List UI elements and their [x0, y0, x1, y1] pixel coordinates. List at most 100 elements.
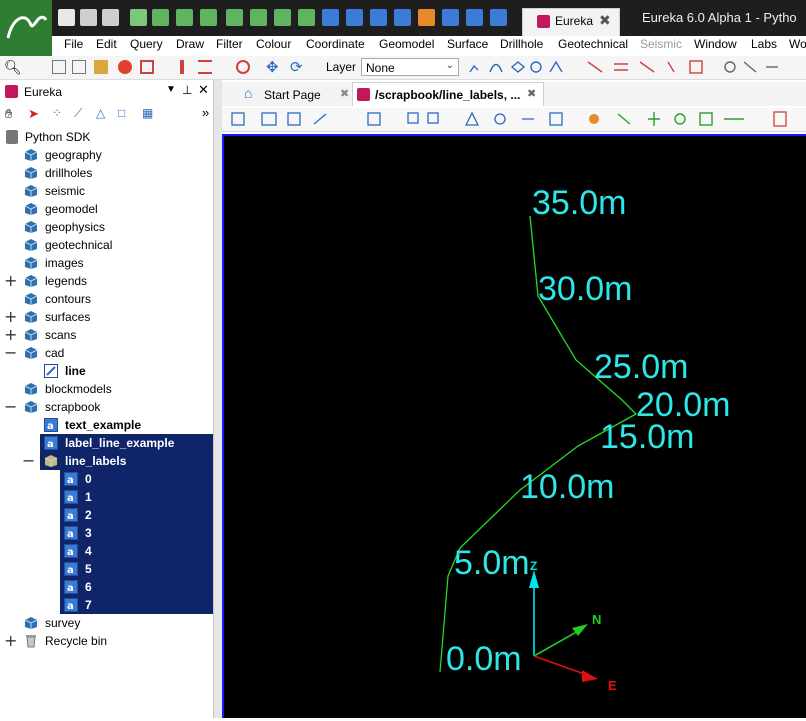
snap-icon[interactable]: [236, 60, 250, 74]
terminal-icon[interactable]: [466, 9, 483, 26]
tree-item-geomodel[interactable]: geomodel: [0, 200, 214, 218]
windows-icon[interactable]: [418, 9, 435, 26]
expand-icon[interactable]: +: [4, 273, 17, 289]
paste-icon[interactable]: [72, 60, 86, 74]
columns-icon[interactable]: [322, 9, 339, 26]
download-icon[interactable]: [226, 9, 243, 26]
collapse-icon[interactable]: −: [4, 345, 17, 361]
close-icon[interactable]: ✖: [527, 87, 536, 100]
menu-window[interactable]: Window: [694, 37, 737, 51]
viewport-canvas[interactable]: Z N E 0.0m 5.0m 10.0m 15.0m 20.0m 25.0m …: [224, 136, 806, 718]
text-a-icon[interactable]: [274, 9, 291, 26]
tree-item-legends[interactable]: + legends: [0, 272, 214, 290]
collapse-icon[interactable]: −: [4, 399, 17, 415]
menu-filter[interactable]: Filter: [216, 37, 243, 51]
hand-icon[interactable]: ✋︎: [5, 106, 12, 122]
tree-item-recycle-bin[interactable]: + Recycle bin: [0, 632, 214, 650]
drawing-tools[interactable]: [468, 60, 788, 74]
crop-icon[interactable]: [140, 60, 154, 74]
grid-icon[interactable]: [176, 9, 193, 26]
sheet-icon[interactable]: [200, 9, 217, 26]
menu-geomodel[interactable]: Geomodel: [379, 37, 434, 51]
monitor-icon[interactable]: [442, 9, 459, 26]
tree-item-drillholes[interactable]: drillholes: [0, 164, 214, 182]
tree-item-seismic[interactable]: seismic: [0, 182, 214, 200]
tree-item-4[interactable]: a4: [60, 542, 213, 560]
tree-item-geotechnical[interactable]: geotechnical: [0, 236, 214, 254]
tree-item-geography[interactable]: geography: [0, 146, 214, 164]
pin-icon[interactable]: ⊥: [182, 83, 192, 97]
tree-item-7[interactable]: a7: [60, 596, 213, 614]
tree-item-scans[interactable]: + scans: [0, 326, 214, 344]
script-icon[interactable]: [394, 9, 411, 26]
tree-item-3[interactable]: a3: [60, 524, 213, 542]
copy-icon[interactable]: [52, 60, 66, 74]
tab-start-page[interactable]: ⌂ Start Page ✖: [240, 84, 350, 106]
menu-query[interactable]: Query: [130, 37, 163, 51]
table-icon[interactable]: [152, 9, 169, 26]
menu-geotechnical[interactable]: Geotechnical: [558, 37, 628, 51]
tree-item-scrapbook[interactable]: − scrapbook: [0, 398, 214, 416]
move-icon[interactable]: ✥: [266, 58, 279, 76]
close-icon[interactable]: ✕: [198, 82, 209, 98]
console-icon[interactable]: [490, 9, 507, 26]
tree-item-text-example[interactable]: a text_example: [0, 416, 214, 434]
refresh-icon[interactable]: [102, 9, 119, 26]
network-icon[interactable]: [298, 9, 315, 26]
menu-surface[interactable]: Surface: [447, 37, 488, 51]
tree-root[interactable]: Python SDK: [0, 128, 214, 146]
mountain-icon[interactable]: [250, 9, 267, 26]
tree-item-contours[interactable]: contours: [0, 290, 214, 308]
marker-icon[interactable]: [346, 9, 363, 26]
pick-icon[interactable]: [180, 60, 184, 74]
pin-icon[interactable]: [58, 9, 75, 26]
box-select-icon[interactable]: □: [118, 106, 125, 120]
polygon-select-icon[interactable]: △: [96, 106, 105, 120]
undo-icon[interactable]: [80, 9, 97, 26]
tree-item-images[interactable]: images: [0, 254, 214, 272]
app-logo[interactable]: [0, 0, 52, 56]
select-arrow-icon[interactable]: ➤: [28, 106, 39, 122]
tree-item-line[interactable]: line: [0, 362, 214, 380]
tree-item-line-labels[interactable]: − line_labels: [22, 452, 213, 470]
tree-item-survey[interactable]: survey: [0, 614, 214, 632]
tree-item-6[interactable]: a6: [60, 578, 213, 596]
rotate-icon[interactable]: ⟳: [290, 58, 303, 76]
panel-splitter[interactable]: [214, 80, 222, 718]
tree-item-label-line-example[interactable]: a label_line_example: [40, 434, 213, 452]
align-icon[interactable]: [198, 60, 212, 74]
tree-item-1[interactable]: a1: [60, 488, 213, 506]
expand-icon[interactable]: +: [4, 327, 17, 343]
tab-line-labels[interactable]: /scrapbook/line_labels, ... ✖: [352, 82, 544, 106]
expand-icon[interactable]: +: [4, 309, 17, 325]
close-icon[interactable]: ✖: [599, 12, 611, 29]
close-icon[interactable]: ✖: [340, 87, 349, 100]
line-select-icon[interactable]: ⟋: [74, 106, 82, 121]
more-tools-icon[interactable]: »: [202, 105, 209, 120]
tree-item-geophysics[interactable]: geophysics: [0, 218, 214, 236]
view-toolbar[interactable]: [222, 108, 806, 132]
menu-colour[interactable]: Colour: [256, 37, 291, 51]
window-tab-eureka[interactable]: Eureka ✖: [522, 8, 620, 36]
clipboard-icon[interactable]: [94, 60, 108, 74]
tree-item-0[interactable]: a0: [60, 470, 213, 488]
menu-edit[interactable]: Edit: [96, 37, 117, 51]
menu-seismic[interactable]: Seismic: [640, 37, 682, 51]
3d-viewport[interactable]: Z N E 0.0m 5.0m 10.0m 15.0m 20.0m 25.0m …: [222, 134, 806, 718]
menu-draw[interactable]: Draw: [176, 37, 204, 51]
tree-item-surfaces[interactable]: + surfaces: [0, 308, 214, 326]
menu-coordinate[interactable]: Coordinate: [306, 37, 365, 51]
search-icon[interactable]: 🔍︎: [4, 59, 22, 76]
menu-labs[interactable]: Labs: [751, 37, 777, 51]
expand-icon[interactable]: +: [4, 633, 17, 649]
layer-select[interactable]: None ⌄: [361, 58, 459, 76]
tree-item-5[interactable]: a5: [60, 560, 213, 578]
points-icon[interactable]: ⁘: [52, 106, 62, 120]
cube-icon[interactable]: [370, 9, 387, 26]
delete-icon[interactable]: [118, 60, 132, 74]
menu-overflow[interactable]: Wo: [789, 37, 806, 51]
block-select-icon[interactable]: ▦: [142, 106, 153, 120]
tree-item-cad[interactable]: − cad: [0, 344, 214, 362]
tree-item-2[interactable]: a2: [60, 506, 213, 524]
tree-item-blockmodels[interactable]: blockmodels: [0, 380, 214, 398]
